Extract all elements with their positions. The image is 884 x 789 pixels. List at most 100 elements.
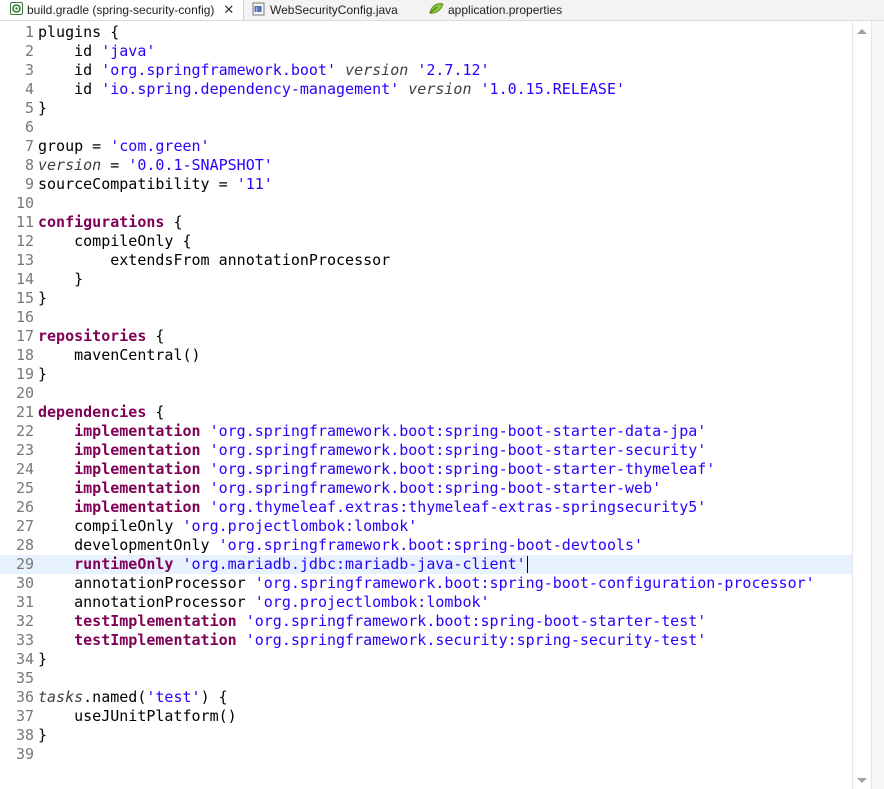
code-text[interactable]: }: [38, 650, 47, 669]
code-text[interactable]: annotationProcessor 'org.projectlombok:l…: [38, 593, 490, 612]
italic-token: version: [38, 156, 102, 174]
code-text[interactable]: }: [38, 365, 47, 384]
code-text[interactable]: }: [38, 270, 83, 289]
code-line[interactable]: 10: [0, 194, 852, 213]
code-text[interactable]: sourceCompatibility = '11': [38, 175, 273, 194]
code-token: =: [101, 156, 129, 174]
code-line[interactable]: 11 configurations {: [0, 213, 852, 232]
code-line[interactable]: 24 implementation 'org.springframework.b…: [0, 460, 852, 479]
code-text[interactable]: compileOnly {: [38, 232, 191, 251]
scroll-up-icon[interactable]: [857, 29, 867, 34]
code-line[interactable]: 30 annotationProcessor 'org.springframew…: [0, 574, 852, 593]
code-line[interactable]: 18 mavenCentral(): [0, 346, 852, 365]
code-text[interactable]: id 'java': [38, 42, 155, 61]
code-line[interactable]: 39: [0, 745, 852, 764]
code-line[interactable]: 4 id 'io.spring.dependency-management' v…: [0, 80, 852, 99]
code-text[interactable]: runtimeOnly 'org.mariadb.jdbc:mariadb-ja…: [38, 555, 528, 574]
string-token: 'org.projectlombok:lombok': [254, 593, 490, 611]
close-icon[interactable]: ✕: [223, 2, 234, 18]
code-line[interactable]: 26 implementation 'org.thymeleaf.extras:…: [0, 498, 852, 517]
code-text[interactable]: implementation 'org.springframework.boot…: [38, 422, 706, 441]
code-line[interactable]: 3 id 'org.springframework.boot' version …: [0, 61, 852, 80]
code-line[interactable]: 29 runtimeOnly 'org.mariadb.jdbc:mariadb…: [0, 555, 852, 574]
code-text[interactable]: implementation 'org.springframework.boot…: [38, 460, 715, 479]
code-line[interactable]: 38}: [0, 726, 852, 745]
code-text[interactable]: testImplementation 'org.springframework.…: [38, 612, 706, 631]
code-editor[interactable]: 1 plugins {2 id 'java' 3 id 'org.springfra…: [0, 21, 884, 789]
code-text[interactable]: }: [38, 99, 47, 118]
code-line[interactable]: 13 extendsFrom annotationProcessor: [0, 251, 852, 270]
code-text[interactable]: testImplementation 'org.springframework.…: [38, 631, 706, 650]
code-line[interactable]: 9 sourceCompatibility = '11': [0, 175, 852, 194]
code-line[interactable]: 5}: [0, 99, 852, 118]
code-line[interactable]: 32 testImplementation 'org.springframewo…: [0, 612, 852, 631]
code-line[interactable]: 35: [0, 669, 852, 688]
vertical-scrollbar[interactable]: [852, 21, 871, 789]
scroll-down-icon[interactable]: [857, 778, 867, 783]
code-line[interactable]: 14 }: [0, 270, 852, 289]
code-text[interactable]: extendsFrom annotationProcessor: [38, 251, 390, 270]
string-token: 'org.springframework.boot:spring-boot-st…: [209, 422, 707, 440]
code-text[interactable]: dependencies {: [38, 403, 164, 422]
tab-application-properties[interactable]: application.properties: [428, 0, 588, 20]
code-line[interactable]: 34}: [0, 650, 852, 669]
string-token: 'test': [146, 688, 201, 706]
code-line[interactable]: 19}: [0, 365, 852, 384]
tab-websecurityconfig-java[interactable]: J WebSecurityConfig.java: [252, 0, 422, 20]
line-number: 32: [15, 612, 34, 630]
line-number: 9: [24, 175, 34, 193]
code-text[interactable]: id 'org.springframework.boot' version '2…: [38, 61, 489, 80]
code-text[interactable]: implementation 'org.springframework.boot…: [38, 479, 661, 498]
code-line[interactable]: 21 dependencies {: [0, 403, 852, 422]
code-text[interactable]: repositories {: [38, 327, 164, 346]
code-text[interactable]: mavenCentral(): [38, 346, 200, 365]
keyword-token: testImplementation: [74, 631, 237, 649]
code-line[interactable]: 6: [0, 118, 852, 137]
code-text[interactable]: implementation 'org.springframework.boot…: [38, 441, 706, 460]
code-line[interactable]: 36 tasks.named('test') {: [0, 688, 852, 707]
code-text[interactable]: useJUnitPlatform(): [38, 707, 237, 726]
code-text[interactable]: plugins {: [38, 23, 119, 42]
code-line[interactable]: 7 group = 'com.green': [0, 137, 852, 156]
code-line[interactable]: 8 version = '0.0.1-SNAPSHOT': [0, 156, 852, 175]
code-text[interactable]: compileOnly 'org.projectlombok:lombok': [38, 517, 417, 536]
code-line[interactable]: 28 developmentOnly 'org.springframework.…: [0, 536, 852, 555]
code-text[interactable]: configurations {: [38, 213, 183, 232]
code-line[interactable]: 17 repositories {: [0, 327, 852, 346]
code-line[interactable]: 33 testImplementation 'org.springframewo…: [0, 631, 852, 650]
code-text[interactable]: }: [38, 289, 47, 308]
code-text[interactable]: developmentOnly 'org.springframework.boo…: [38, 536, 643, 555]
code-line[interactable]: 31 annotationProcessor 'org.projectlombo…: [0, 593, 852, 612]
line-number: 20: [15, 384, 34, 402]
keyword-token: repositories: [38, 327, 147, 345]
tab-build-gradle[interactable]: build.gradle (spring-security-config) ✕: [0, 0, 244, 20]
code-line[interactable]: 37 useJUnitPlatform(): [0, 707, 852, 726]
code-token: }: [38, 650, 48, 668]
code-text[interactable]: group = 'com.green': [38, 137, 210, 156]
code-line[interactable]: 25 implementation 'org.springframework.b…: [0, 479, 852, 498]
line-number: 4: [24, 80, 34, 98]
code-line[interactable]: 1 plugins {: [0, 23, 852, 42]
code-text[interactable]: tasks.named('test') {: [38, 688, 228, 707]
code-text[interactable]: implementation 'org.thymeleaf.extras:thy…: [38, 498, 706, 517]
code-text[interactable]: id 'io.spring.dependency-management' ver…: [38, 80, 625, 99]
line-number: 10: [15, 194, 34, 212]
code-line[interactable]: 22 implementation 'org.springframework.b…: [0, 422, 852, 441]
code-line[interactable]: 20: [0, 384, 852, 403]
code-line[interactable]: 2 id 'java': [0, 42, 852, 61]
overview-ruler[interactable]: [871, 21, 884, 789]
code-line[interactable]: 15}: [0, 289, 852, 308]
code-text[interactable]: version = '0.0.1-SNAPSHOT': [38, 156, 273, 175]
code-text[interactable]: annotationProcessor 'org.springframework…: [38, 574, 815, 593]
line-number: 39: [15, 745, 34, 763]
code-line[interactable]: 12 compileOnly {: [0, 232, 852, 251]
code-text[interactable]: }: [38, 726, 47, 745]
code-line[interactable]: 16: [0, 308, 852, 327]
code-line[interactable]: 27 compileOnly 'org.projectlombok:lombok…: [0, 517, 852, 536]
code-line[interactable]: 23 implementation 'org.springframework.b…: [0, 441, 852, 460]
